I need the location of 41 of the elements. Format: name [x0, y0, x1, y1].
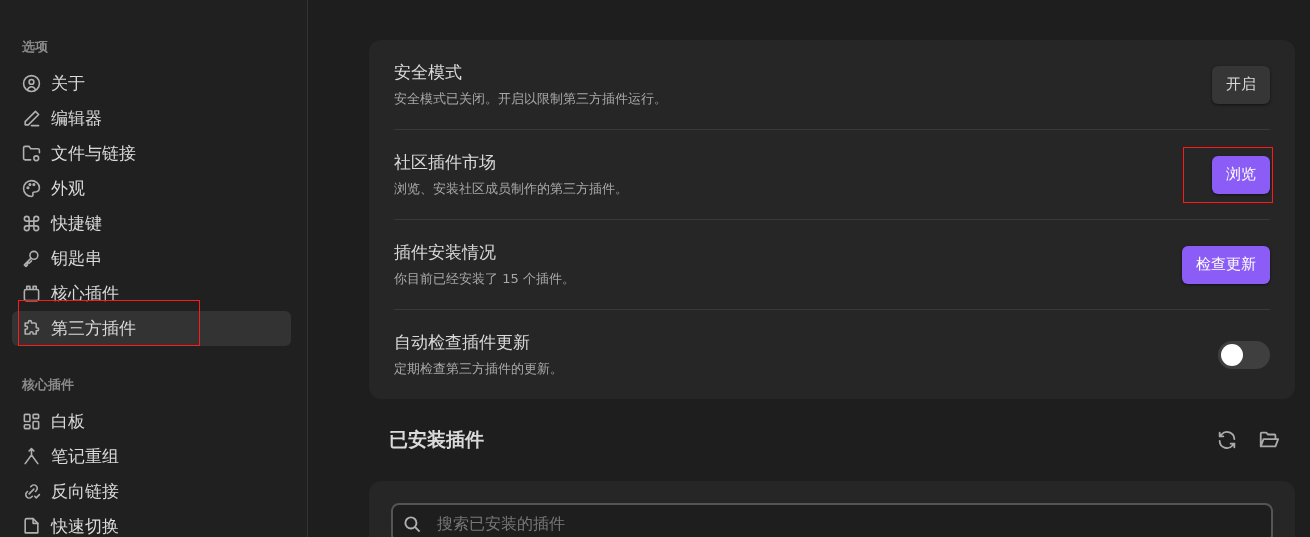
pencil-icon	[22, 109, 41, 128]
section-title: 核心插件	[21, 376, 75, 394]
section-title: 选项	[21, 38, 49, 56]
setting-title: 插件安装情况	[394, 241, 497, 264]
sidebar-item[interactable]: 关于	[12, 66, 291, 101]
sidebar-item[interactable]: 编辑器	[12, 101, 291, 136]
setting-button[interactable]: 检查更新	[1182, 245, 1270, 284]
palette-icon	[22, 179, 41, 198]
grid-icon	[22, 412, 41, 431]
merge-icon	[22, 447, 41, 466]
section-heading: 已安装插件	[389, 427, 485, 452]
setting-description: 你目前已经安装了 15 个插件。	[394, 270, 576, 288]
sidebar-item[interactable]: 快速切换	[12, 509, 291, 537]
search-icon	[403, 515, 422, 534]
setting-title: 自动检查插件更新	[394, 331, 531, 354]
setting-button[interactable]: 开启	[1212, 65, 1270, 104]
setting-description: 安全模式已关闭。开启以限制第三方插件运行。	[394, 90, 668, 108]
setting-title: 社区插件市场	[394, 151, 497, 174]
sidebar-item[interactable]: 第三方插件	[12, 311, 291, 346]
puzzle-icon	[22, 319, 41, 338]
sidebar-item[interactable]: 快捷键	[12, 206, 291, 241]
sidebar-item[interactable]: 文件与链接	[12, 136, 291, 171]
key-icon	[22, 249, 41, 268]
toggle-switch[interactable]	[1218, 340, 1270, 369]
setting-description: 定期检查第三方插件的更新。	[394, 360, 564, 378]
file-icon	[22, 517, 41, 536]
sidebar-item[interactable]: 反向链接	[12, 474, 291, 509]
sidebar-item[interactable]: 笔记重组	[12, 439, 291, 474]
sidebar-item[interactable]: 外观	[12, 171, 291, 206]
plugin-box-icon	[22, 284, 41, 303]
command-icon	[22, 214, 41, 233]
search-field[interactable]: 搜索已安装的插件	[391, 503, 1273, 537]
link-icon	[22, 482, 41, 501]
sidebar-item[interactable]: 白板	[12, 404, 291, 439]
sidebar-item[interactable]: 钥匙串	[12, 241, 291, 276]
setting-button[interactable]: 浏览	[1212, 155, 1270, 194]
folder-gear-icon	[22, 144, 41, 163]
setting-description: 浏览、安装社区成员制作的第三方插件。	[394, 180, 629, 198]
user-icon	[22, 74, 41, 93]
setting-title: 安全模式	[394, 61, 463, 84]
refresh-icon[interactable]	[1216, 429, 1238, 451]
